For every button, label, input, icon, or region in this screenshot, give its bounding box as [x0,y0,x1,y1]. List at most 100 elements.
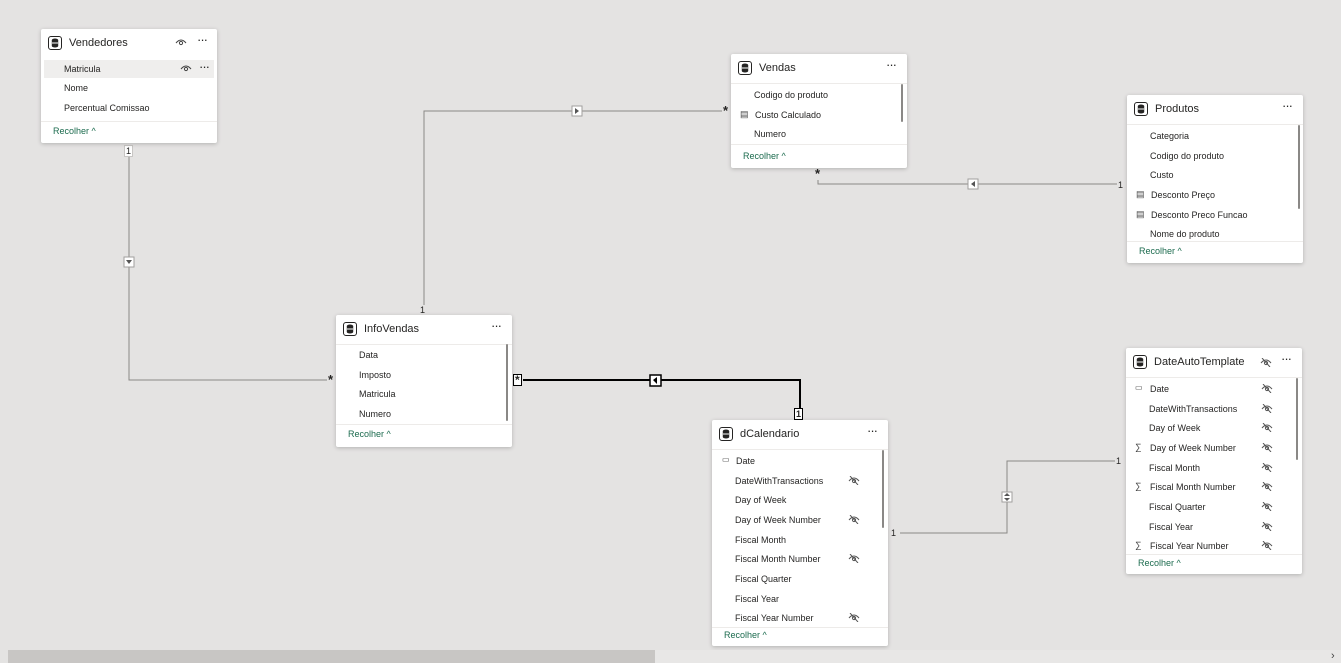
field-row[interactable]: Fiscal Year Number [715,609,885,627]
eye-icon[interactable] [180,64,192,74]
table-header[interactable]: Produtos ··· [1127,95,1303,125]
field-row[interactable]: Nome [44,79,214,97]
field-name: Nome do produto [1150,229,1220,239]
field-row[interactable]: ▭ Date [1129,380,1299,398]
field-row[interactable]: Fiscal Quarter [715,570,885,588]
field-row[interactable]: Imposto [339,366,509,384]
field-name: Fiscal Month Number [735,554,821,564]
more-options-icon[interactable]: ··· [1282,99,1293,113]
eye-off-icon[interactable] [1261,481,1273,493]
field-name: Data [359,350,379,360]
more-options-icon[interactable]: ··· [491,319,502,333]
scrollbar[interactable] [506,344,508,421]
eye-off-icon[interactable] [1261,462,1273,474]
field-name: Day of Week Number [735,515,821,525]
table-card-dcalendario[interactable]: dCalendario ··· ▭ Date DateWithTransacti… [712,420,888,646]
cardinality-infovendas-active-many: * [513,373,522,387]
chevron-right-icon[interactable]: › [1331,650,1335,662]
scrollbar[interactable] [882,450,884,528]
table-card-vendedores[interactable]: Vendedores ··· Matricula ··· Nome Percen… [41,29,217,143]
collapse-link[interactable]: Recolher ^ [743,151,786,161]
field-row[interactable]: ∑ Day of Week Number [1129,439,1299,457]
collapse-label: Recolher [743,151,780,161]
horizontal-scrollbar-thumb[interactable] [8,650,655,663]
eye-off-icon[interactable] [1261,540,1273,552]
field-row[interactable]: Fiscal Quarter [1129,498,1299,516]
field-row[interactable]: Codigo do produto [734,86,904,104]
more-options-icon[interactable]: ··· [197,33,208,47]
table-card-dateautotemplate[interactable]: DateAutoTemplate ··· ▭ Date DateWithTran… [1126,348,1302,574]
field-row[interactable]: ∑ Fiscal Month Number [1129,478,1299,496]
field-row[interactable]: Numero [734,125,904,143]
field-name: Desconto Preco Funcao [1151,210,1248,220]
field-row[interactable]: DateWithTransactions [715,472,885,490]
more-options-icon[interactable]: ··· [886,58,897,72]
scrollbar[interactable] [901,84,903,122]
scrollbar[interactable] [1296,378,1298,460]
eye-off-icon[interactable] [848,514,860,526]
field-row[interactable]: Fiscal Month [1129,459,1299,477]
field-row[interactable]: DateWithTransactions [1129,400,1299,418]
eye-icon[interactable] [175,38,187,48]
collapse-link[interactable]: Recolher ^ [348,429,391,439]
field-row[interactable]: Percentual Comissao [44,99,214,117]
cardinality-vendas-many: * [722,103,730,118]
table-header[interactable]: Vendas ··· [731,54,907,84]
more-options-icon[interactable]: ··· [1281,352,1292,366]
eye-off-icon[interactable] [1261,501,1273,513]
table-header[interactable]: Vendedores ··· [41,29,217,59]
eye-off-icon[interactable] [1261,383,1273,395]
field-row[interactable]: ▭ Date [715,452,885,470]
field-row[interactable]: Categoria [1130,127,1300,145]
eye-off-icon[interactable] [1260,357,1272,369]
collapse-label: Recolher [1138,558,1175,568]
table-header[interactable]: InfoVendas ··· [336,315,512,345]
field-row[interactable]: Custo [1130,166,1300,184]
field-row[interactable]: Numero [339,405,509,423]
collapse-link[interactable]: Recolher ^ [53,126,96,136]
collapse-link[interactable]: Recolher ^ [1138,558,1181,568]
field-row[interactable]: Matricula [339,385,509,403]
field-row[interactable]: Day of Week [1129,419,1299,437]
field-name: Fiscal Year Number [1150,541,1229,551]
field-row[interactable]: Day of Week [715,491,885,509]
field-row[interactable]: ▤ Desconto Preco Funcao [1130,206,1300,224]
more-options-icon[interactable]: ··· [199,59,210,74]
scrollbar[interactable] [1298,125,1300,209]
field-row[interactable]: Data [339,346,509,364]
field-row[interactable]: ▤ Desconto Preço [1130,186,1300,204]
table-card-vendas[interactable]: Vendas ··· Codigo do produto ▤ Custo Cal… [731,54,907,168]
eye-off-icon[interactable] [848,612,860,624]
eye-off-icon[interactable] [1261,442,1273,454]
more-options-icon[interactable]: ··· [867,424,878,438]
field-row[interactable]: Matricula ··· [44,59,214,78]
field-name: DateWithTransactions [1149,404,1238,414]
field-row[interactable]: Day of Week Number [715,511,885,529]
table-icon [1133,355,1147,369]
table-header[interactable]: dCalendario ··· [712,420,888,450]
collapse-link[interactable]: Recolher ^ [1139,246,1182,256]
field-row[interactable]: ▤ Custo Calculado [734,106,904,124]
field-row[interactable]: Fiscal Month Number [715,550,885,568]
field-row[interactable]: Fiscal Year [1129,518,1299,536]
eye-off-icon[interactable] [848,475,860,487]
field-row[interactable]: Fiscal Year [715,590,885,608]
field-name: Day of Week Number [1150,443,1236,453]
calendar-field-icon: ▭ [1135,383,1143,392]
eye-off-icon[interactable] [1261,521,1273,533]
eye-off-icon[interactable] [1261,403,1273,415]
field-row[interactable]: ∑ Fiscal Year Number [1129,537,1299,555]
collapse-label: Recolher [53,126,90,136]
horizontal-scrollbar-track[interactable] [655,650,1341,663]
table-title: Vendedores [69,37,128,49]
eye-off-icon[interactable] [1261,422,1273,434]
field-name: Day of Week [735,495,787,505]
field-row[interactable]: Codigo do produto [1130,147,1300,165]
field-row[interactable]: Fiscal Month [715,531,885,549]
table-header[interactable]: DateAutoTemplate ··· [1126,348,1302,378]
chevron-up-icon: ^ [762,630,767,640]
table-card-produtos[interactable]: Produtos ··· Categoria Codigo do produto… [1127,95,1303,263]
eye-off-icon[interactable] [848,553,860,565]
collapse-link[interactable]: Recolher ^ [724,630,767,640]
table-card-infovendas[interactable]: InfoVendas ··· Data Imposto Matricula Nu… [336,315,512,447]
